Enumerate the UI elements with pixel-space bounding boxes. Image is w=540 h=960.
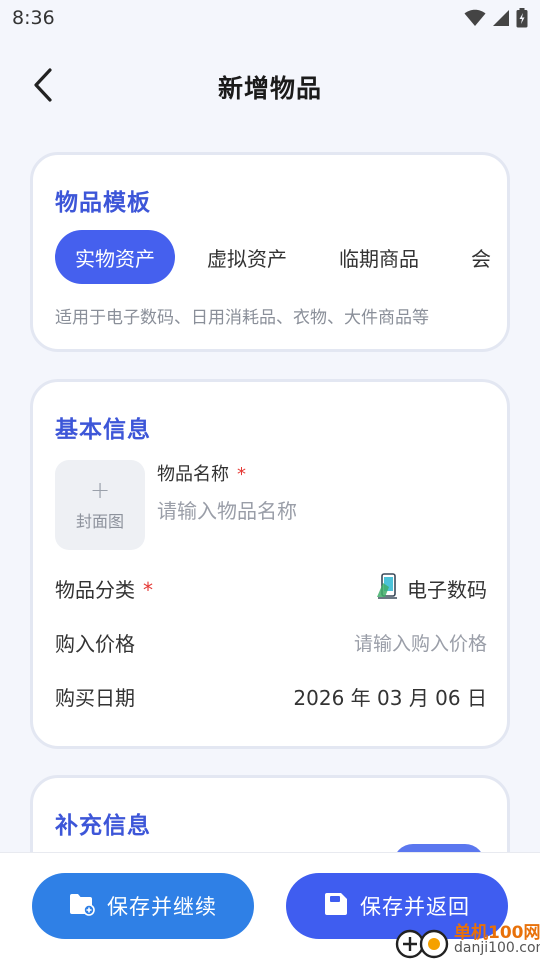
watermark-logo-icon bbox=[392, 922, 456, 960]
required-mark: * bbox=[143, 577, 153, 602]
back-button[interactable] bbox=[26, 68, 60, 106]
tab-physical-asset[interactable]: 实物资产 bbox=[55, 230, 175, 284]
tab-more[interactable]: 会 bbox=[451, 230, 491, 284]
template-tabs: 实物资产 虚拟资产 临期商品 会 bbox=[55, 229, 491, 285]
status-icons bbox=[464, 8, 528, 28]
wifi-icon bbox=[464, 9, 486, 27]
phone-device-icon bbox=[375, 572, 399, 604]
tab-expiring-goods[interactable]: 临期商品 bbox=[319, 230, 439, 284]
price-label: 购入价格 bbox=[55, 631, 135, 656]
date-label: 购买日期 bbox=[55, 685, 135, 710]
page-title: 新增物品 bbox=[217, 74, 322, 103]
status-bar: 8:36 bbox=[0, 0, 540, 36]
extra-info-title: 补充信息 bbox=[55, 813, 151, 839]
save-and-continue-button[interactable]: 保存并继续 bbox=[32, 873, 254, 939]
category-label: 物品分类 * bbox=[55, 574, 153, 603]
tab-virtual-asset[interactable]: 虚拟资产 bbox=[187, 230, 307, 284]
save-disk-icon bbox=[324, 892, 348, 921]
basic-info-card: 基本信息 + 封面图 物品名称 * 物品分类 * 电子数码 购入价格 请输入购入价格 bbox=[30, 379, 510, 749]
category-value: 电子数码 bbox=[375, 572, 487, 604]
template-card-title: 物品模板 bbox=[55, 190, 151, 216]
price-row: 购入价格 请输入购入价格 bbox=[55, 622, 487, 662]
date-value: 2026 年 03 月 06 日 bbox=[293, 685, 487, 710]
plus-icon: + bbox=[89, 476, 111, 504]
template-description: 适用于电子数码、日用消耗品、衣物、大件商品等 bbox=[55, 308, 429, 328]
basic-info-title: 基本信息 bbox=[55, 417, 151, 443]
save-and-continue-label: 保存并继续 bbox=[107, 895, 217, 919]
category-label-text: 物品分类 bbox=[55, 577, 135, 602]
item-name-label-text: 物品名称 bbox=[157, 464, 229, 485]
battery-icon bbox=[516, 8, 528, 28]
item-name-input[interactable] bbox=[157, 494, 477, 528]
folder-add-icon bbox=[69, 892, 95, 921]
category-row[interactable]: 物品分类 * 电子数码 bbox=[55, 568, 487, 608]
header: 新增物品 bbox=[0, 56, 540, 118]
category-value-text: 电子数码 bbox=[407, 577, 487, 602]
item-name-label: 物品名称 * bbox=[157, 460, 246, 486]
site-watermark: 单机100网 danji100.com bbox=[392, 916, 540, 960]
status-time: 8:36 bbox=[12, 7, 55, 29]
cover-label: 封面图 bbox=[75, 512, 124, 531]
watermark-domain: danji100.com bbox=[454, 940, 540, 956]
chevron-left-icon bbox=[32, 68, 54, 106]
date-row[interactable]: 购买日期 2026 年 03 月 06 日 bbox=[55, 676, 487, 716]
price-input[interactable]: 请输入购入价格 bbox=[354, 629, 487, 656]
signal-icon bbox=[492, 9, 510, 27]
template-card: 物品模板 实物资产 虚拟资产 临期商品 会 适用于电子数码、日用消耗品、衣物、大… bbox=[30, 152, 510, 352]
required-mark: * bbox=[237, 464, 246, 485]
cover-image-upload[interactable]: + 封面图 bbox=[55, 460, 145, 550]
